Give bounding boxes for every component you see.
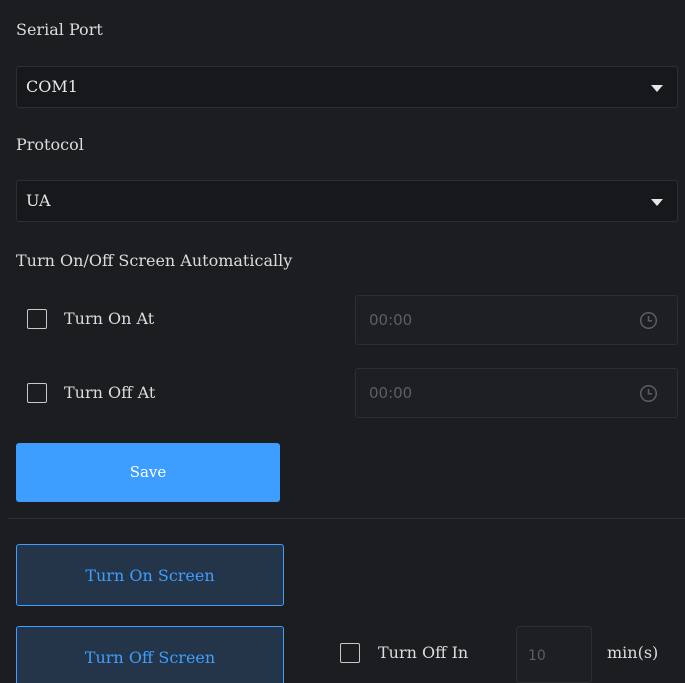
turn-off-minutes-value: 10: [528, 648, 546, 664]
minutes-unit-label: min(s): [607, 643, 659, 662]
serial-port-label: Serial Port: [16, 20, 103, 39]
caret-down-icon: [651, 85, 663, 92]
turn-off-time-value: 00:00: [369, 384, 413, 402]
turn-on-at-label: Turn On At: [64, 309, 155, 328]
save-button-label: Save: [129, 463, 167, 481]
turn-off-time-picker[interactable]: 00:00: [355, 368, 678, 418]
serial-port-select[interactable]: COM1: [16, 66, 678, 108]
turn-off-in-checkbox[interactable]: [340, 643, 360, 663]
turn-off-screen-button[interactable]: Turn Off Screen: [16, 626, 284, 683]
clock-icon: [639, 311, 658, 330]
turn-off-in-label: Turn Off In: [378, 643, 469, 662]
protocol-label: Protocol: [16, 135, 84, 154]
auto-screen-heading: Turn On/Off Screen Automatically: [16, 251, 293, 270]
turn-on-at-checkbox[interactable]: [27, 309, 47, 329]
turn-off-screen-label: Turn Off Screen: [84, 648, 216, 667]
turn-on-screen-button[interactable]: Turn On Screen: [16, 544, 284, 606]
turn-off-minutes-input[interactable]: 10: [516, 626, 592, 683]
section-divider: [8, 518, 685, 519]
serial-port-value: COM1: [26, 77, 78, 96]
save-button[interactable]: Save: [16, 443, 280, 502]
protocol-value: UA: [26, 191, 51, 210]
protocol-select[interactable]: UA: [16, 180, 678, 222]
caret-down-icon: [651, 199, 663, 206]
clock-icon: [639, 384, 658, 403]
turn-on-screen-label: Turn On Screen: [85, 566, 215, 585]
turn-off-at-checkbox[interactable]: [27, 383, 47, 403]
turn-off-at-label: Turn Off At: [64, 383, 156, 402]
turn-on-time-value: 00:00: [369, 311, 413, 329]
turn-on-time-picker[interactable]: 00:00: [355, 295, 678, 345]
